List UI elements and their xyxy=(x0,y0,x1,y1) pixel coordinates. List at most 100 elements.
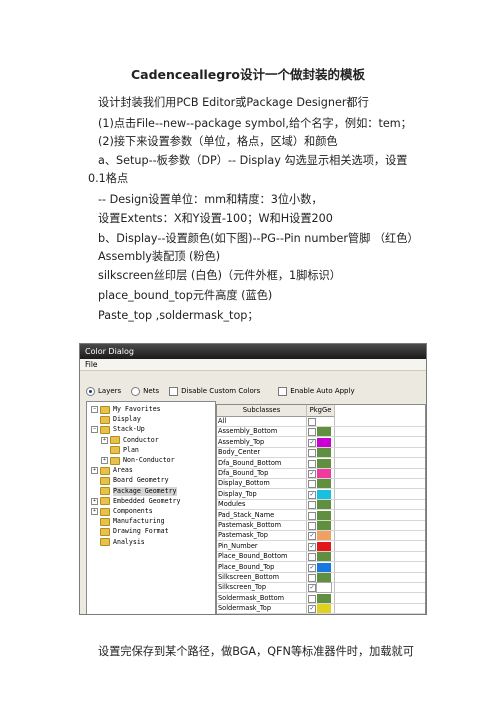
subclass-row[interactable]: Modules xyxy=(217,500,425,511)
checked-box-icon[interactable]: ✓ xyxy=(308,542,316,551)
checkbox-icon[interactable] xyxy=(308,418,316,426)
color-swatch[interactable] xyxy=(317,458,331,468)
subclass-row[interactable]: Place_Bound_Bottom xyxy=(217,552,425,563)
subclass-row[interactable]: All xyxy=(217,417,425,427)
dialog-menu-file[interactable]: File xyxy=(80,359,426,371)
color-swatch[interactable] xyxy=(316,582,332,594)
subclass-row[interactable]: Body_Center xyxy=(217,448,425,459)
subclass-row[interactable]: Assembly_Bottom xyxy=(217,427,425,438)
color-swatch[interactable] xyxy=(317,510,331,520)
disable-custom-colors-checkbox[interactable]: Disable Custom Colors xyxy=(169,386,260,396)
tree-item[interactable]: + Areas xyxy=(91,466,133,475)
checkbox-icon[interactable] xyxy=(308,574,316,582)
expand-toggle-icon[interactable]: + xyxy=(101,436,108,444)
color-swatch[interactable] xyxy=(317,437,331,447)
checked-box-icon[interactable]: ✓ xyxy=(308,438,316,447)
checkbox-icon[interactable] xyxy=(308,428,316,437)
color-swatch[interactable] xyxy=(317,552,331,562)
tree-item[interactable]: Display xyxy=(91,415,141,424)
expand-toggle-icon[interactable]: + xyxy=(101,457,108,464)
tree-item[interactable]: − Stack-Up xyxy=(91,425,145,434)
subclass-row[interactable]: Assembly_Top ✓ xyxy=(217,437,425,448)
enable-auto-apply-checkbox[interactable]: Enable Auto Apply xyxy=(278,386,355,396)
subclass-row[interactable]: Silkscreen_Top ✓ xyxy=(217,582,425,594)
color-swatch[interactable] xyxy=(317,500,331,510)
folder-icon xyxy=(100,405,110,414)
subclass-row[interactable]: Dfa_Bound_Bottom xyxy=(217,458,425,469)
folder-icon xyxy=(100,517,110,526)
subclass-row[interactable]: Pastemask_Top ✓ xyxy=(217,531,425,542)
tree-item[interactable]: Analysis xyxy=(91,538,145,547)
color-swatch[interactable] xyxy=(317,531,331,541)
subclass-row[interactable]: Display_Bottom xyxy=(217,479,425,490)
checked-box-icon[interactable]: ✓ xyxy=(308,532,316,541)
subclass-name: Dfa_Bound_Top xyxy=(218,469,269,477)
expand-toggle-icon[interactable]: − xyxy=(91,406,98,413)
color-swatch[interactable] xyxy=(317,541,331,551)
nets-label: Nets xyxy=(143,387,160,395)
subclass-row[interactable]: Place_Bound_Top ✓ xyxy=(217,562,425,573)
subclass-row[interactable]: Pastemask_Bottom xyxy=(217,521,425,531)
color-swatch[interactable] xyxy=(317,604,331,614)
color-swatch[interactable] xyxy=(317,562,331,572)
paragraph: 设计封装我们用PCB Editor或Package Designer都行 xyxy=(98,96,369,109)
tree-item[interactable]: + Components xyxy=(91,507,153,516)
subclass-row[interactable]: Pin_Number ✓ xyxy=(217,541,425,552)
expand-toggle-icon[interactable]: − xyxy=(91,426,98,434)
layer-tree[interactable]: − My Favorites Display − Stack-Up + Conductor P… xyxy=(86,401,216,614)
color-swatch[interactable] xyxy=(317,489,331,499)
checkbox-icon[interactable] xyxy=(308,594,316,603)
tree-item[interactable]: Drawing Format xyxy=(91,527,169,536)
expand-toggle-icon[interactable]: + xyxy=(91,467,98,475)
tree-item[interactable]: + Embedded Geometry xyxy=(91,497,181,506)
checkbox-icon[interactable] xyxy=(308,553,316,562)
subclass-row[interactable]: Silkscreen_Bottom xyxy=(217,573,425,583)
checked-box-icon[interactable]: ✓ xyxy=(308,605,316,614)
folder-icon xyxy=(100,527,110,536)
folder-icon xyxy=(100,476,110,485)
tree-item[interactable]: Manufacturing xyxy=(91,517,165,526)
subclass-name: Pastemask_Bottom xyxy=(218,521,281,529)
checkbox-icon[interactable] xyxy=(308,459,316,468)
subclass-color-grid[interactable]: Subclasses PkgGe All Assembly_Bottom Assem… xyxy=(216,404,426,614)
tree-item[interactable]: + Non-Conductor xyxy=(101,456,175,465)
tree-item[interactable]: − My Favorites xyxy=(91,405,161,414)
tree-item-label: Analysis xyxy=(113,537,145,546)
expand-toggle-icon[interactable]: + xyxy=(91,508,98,515)
color-swatch[interactable] xyxy=(317,427,331,437)
subclass-row[interactable]: Soldermask_Bottom xyxy=(217,593,425,604)
expand-toggle-icon[interactable]: + xyxy=(91,497,98,505)
tree-item[interactable]: + Conductor xyxy=(101,436,159,445)
tree-item[interactable]: Board Geometry xyxy=(91,476,169,485)
nets-radio[interactable]: Nets xyxy=(131,386,160,396)
dialog-options: Layers Nets Disable Custom Colors Enable… xyxy=(86,385,355,397)
tree-item[interactable]: Plan xyxy=(101,446,139,455)
subclass-row[interactable]: Soldermask_Top ✓ xyxy=(217,604,425,614)
paragraph: Paste_top ,soldermask_top； xyxy=(98,309,259,322)
subclass-row[interactable]: Pad_Stack_Name xyxy=(217,510,425,521)
checked-box-icon[interactable]: ✓ xyxy=(308,584,316,593)
color-swatch[interactable] xyxy=(317,479,331,489)
layers-radio[interactable]: Layers xyxy=(86,386,121,396)
checked-box-icon[interactable]: ✓ xyxy=(308,563,316,572)
subclass-row[interactable]: Display_Top ✓ xyxy=(217,489,425,500)
color-swatch[interactable] xyxy=(317,521,331,530)
checked-box-icon[interactable]: ✓ xyxy=(308,490,316,499)
tree-item-label: Plan xyxy=(123,445,139,454)
checkbox-icon[interactable] xyxy=(308,501,316,510)
radio-on-icon xyxy=(86,386,95,396)
color-swatch[interactable] xyxy=(317,469,331,478)
paragraph: -- Design设置单位：mm和精度：3位小数， xyxy=(98,193,323,206)
checkbox-icon[interactable] xyxy=(308,480,316,489)
subclass-name: Silkscreen_Top xyxy=(218,583,267,592)
color-swatch[interactable] xyxy=(317,573,331,582)
subclass-row[interactable]: Dfa_Bound_Top ✓ xyxy=(217,469,425,479)
color-swatch[interactable] xyxy=(317,593,331,603)
checkbox-icon[interactable] xyxy=(308,449,316,458)
tree-item[interactable]: Package Geometry xyxy=(91,486,177,496)
checkbox-icon[interactable] xyxy=(308,511,316,520)
checked-box-icon[interactable]: ✓ xyxy=(308,470,316,478)
tree-item-label: Board Geometry xyxy=(113,476,169,485)
checkbox-icon[interactable] xyxy=(308,522,316,530)
color-swatch[interactable] xyxy=(317,448,331,458)
